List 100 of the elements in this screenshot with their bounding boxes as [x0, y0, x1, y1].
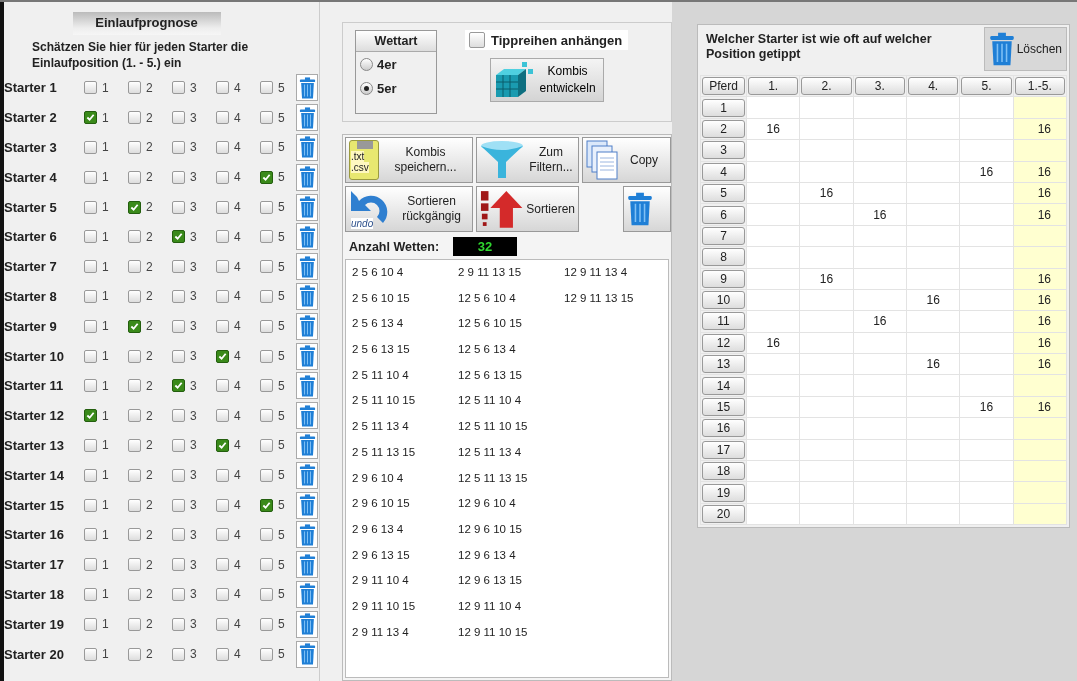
row-header[interactable]: 4 [702, 162, 745, 181]
checkbox[interactable] [84, 230, 97, 244]
radio-button[interactable] [360, 58, 373, 71]
checkbox[interactable] [172, 111, 185, 125]
checkbox[interactable] [84, 141, 97, 154]
checkbox[interactable] [84, 200, 97, 214]
checkbox[interactable] [172, 409, 185, 423]
row-header[interactable]: 20 [702, 505, 745, 523]
checkbox[interactable] [172, 468, 185, 482]
checkbox[interactable] [84, 438, 97, 452]
checkbox[interactable] [128, 200, 141, 214]
checkbox[interactable] [84, 170, 97, 184]
column-header[interactable]: 2. [801, 77, 852, 96]
sort-button[interactable]: Sortieren [476, 186, 579, 232]
checkbox[interactable] [172, 498, 185, 512]
row-header[interactable]: 18 [702, 462, 745, 481]
checkbox[interactable] [84, 260, 97, 274]
checkbox[interactable] [172, 200, 185, 214]
checkbox[interactable] [216, 468, 229, 482]
checkbox[interactable] [172, 528, 185, 542]
delete-button[interactable] [296, 193, 318, 221]
row-header[interactable]: 3 [702, 141, 745, 160]
checkbox[interactable] [216, 289, 229, 303]
column-header[interactable]: Pferd [702, 77, 745, 96]
checkbox[interactable] [172, 438, 185, 452]
checkbox[interactable] [260, 558, 273, 572]
delete-button[interactable] [296, 640, 318, 668]
checkbox[interactable] [260, 528, 273, 542]
checkbox[interactable] [84, 647, 97, 661]
checkbox[interactable] [172, 260, 185, 274]
row-header[interactable]: 13 [702, 355, 745, 374]
checkbox[interactable] [128, 468, 141, 482]
checkbox[interactable] [128, 587, 141, 601]
delete-button[interactable] [296, 163, 318, 191]
checkbox[interactable] [128, 438, 141, 452]
checkbox[interactable] [260, 409, 273, 423]
checkbox[interactable] [172, 230, 185, 244]
delete-button[interactable] [296, 312, 318, 340]
checkbox[interactable] [172, 141, 185, 154]
row-header[interactable]: 16 [702, 419, 745, 438]
delete-button[interactable] [296, 521, 318, 549]
checkbox[interactable] [128, 230, 141, 244]
delete-button[interactable] [296, 551, 318, 579]
save-button[interactable]: .txt .csv Kombis speichern... [345, 137, 473, 183]
delete-button[interactable] [296, 610, 318, 638]
delete-button[interactable] [296, 580, 318, 608]
row-header[interactable]: 5 [702, 184, 745, 203]
delete-button[interactable] [623, 186, 671, 232]
checkbox[interactable] [260, 647, 273, 661]
checkbox[interactable] [128, 81, 141, 95]
checkbox[interactable] [128, 349, 141, 363]
delete-button[interactable] [296, 431, 318, 459]
checkbox[interactable] [216, 170, 229, 184]
row-header[interactable]: 12 [702, 333, 745, 352]
checkbox[interactable] [172, 319, 185, 333]
checkbox[interactable] [216, 587, 229, 601]
checkbox[interactable] [128, 289, 141, 303]
checkbox[interactable] [216, 141, 229, 154]
checkbox[interactable] [216, 617, 229, 631]
radio-option[interactable]: 4er [356, 52, 436, 76]
checkbox[interactable] [216, 379, 229, 393]
checkbox[interactable] [172, 289, 185, 303]
row-header[interactable]: 8 [702, 248, 745, 267]
checkbox[interactable] [216, 81, 229, 95]
row-header[interactable]: 9 [702, 269, 745, 288]
checkbox[interactable] [128, 260, 141, 274]
clear-button[interactable]: Löschen [983, 27, 1067, 71]
checkbox[interactable] [216, 409, 229, 423]
filter-button[interactable]: Zum Filtern... [476, 137, 579, 183]
checkbox[interactable] [128, 379, 141, 393]
checkbox[interactable] [469, 32, 485, 48]
column-header[interactable]: 4. [908, 77, 959, 96]
column-header[interactable]: 1.-5. [1014, 77, 1065, 96]
checkbox[interactable] [216, 230, 229, 244]
checkbox[interactable] [172, 170, 185, 184]
delete-button[interactable] [296, 491, 318, 519]
checkbox[interactable] [260, 319, 273, 333]
delete-button[interactable] [296, 223, 318, 251]
checkbox[interactable] [260, 498, 273, 512]
delete-button[interactable] [296, 282, 318, 310]
checkbox[interactable] [260, 468, 273, 482]
delete-button[interactable] [296, 104, 318, 132]
checkbox[interactable] [172, 587, 185, 601]
checkbox[interactable] [84, 528, 97, 542]
develop-button[interactable]: Kombis entwickeln [489, 58, 604, 102]
row-header[interactable]: 14 [702, 376, 745, 395]
checkbox[interactable] [128, 141, 141, 154]
checkbox[interactable] [128, 528, 141, 542]
radio-button[interactable] [360, 82, 373, 95]
checkbox[interactable] [84, 558, 97, 572]
checkbox[interactable] [216, 349, 229, 363]
checkbox[interactable] [260, 617, 273, 631]
checkbox[interactable] [172, 379, 185, 393]
checkbox[interactable] [216, 319, 229, 333]
delete-button[interactable] [296, 134, 318, 161]
checkbox[interactable] [216, 260, 229, 274]
checkbox[interactable] [128, 617, 141, 631]
checkbox[interactable] [84, 319, 97, 333]
checkbox[interactable] [216, 111, 229, 125]
copy-button[interactable]: Copy [582, 137, 671, 183]
